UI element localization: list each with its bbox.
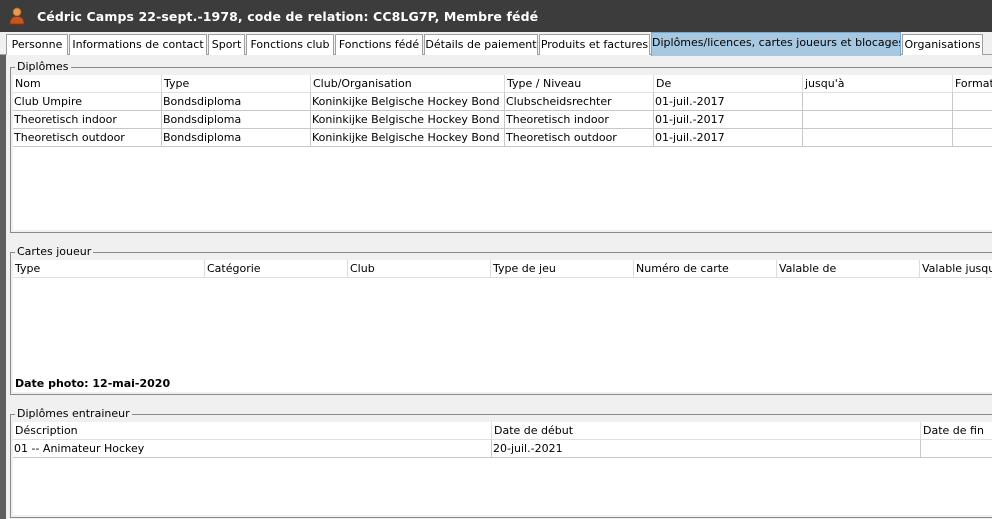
tab-personne[interactable]: Personne xyxy=(6,34,68,55)
table-cell-nom: Club Umpire xyxy=(13,93,162,111)
table-row[interactable]: Club Umpire Bondsdiploma Koninkijke Belgis… xyxy=(13,93,992,111)
coach-diplomas-group: Diplômes entraineur Déscription Date de d… xyxy=(10,407,992,518)
table-cell-jusqu-a xyxy=(803,129,953,147)
column-header-de[interactable]: De xyxy=(654,75,803,93)
table-cell-type-niveau: Clubscheidsrechter xyxy=(505,93,654,111)
window-titlebar: Cédric Camps 22-sept.-1978, code de rela… xyxy=(0,0,992,32)
photo-date: Date photo: 12-mai-2020 xyxy=(15,377,171,390)
column-header-nom[interactable]: Nom xyxy=(13,75,162,93)
table-cell-nom: Theoretisch outdoor xyxy=(13,129,162,147)
table-cell-jusqu-a xyxy=(803,111,953,129)
tab-details-de-paiement[interactable]: Détails de paiement xyxy=(424,34,538,55)
table-cell-date-de-fin xyxy=(921,440,992,458)
tab-fonctions-fede[interactable]: Fonctions fédé xyxy=(335,34,423,55)
column-header-categorie[interactable]: Catégorie xyxy=(205,260,348,278)
table-cell-date-de-debut: 20-juil.-2021 xyxy=(492,440,921,458)
player-cards-group-title: Cartes joueur xyxy=(15,245,94,259)
player-cards-table-header: Type Catégorie Club Type de jeu Numéro de ca… xyxy=(13,260,992,278)
column-header-valable-de[interactable]: Valable de xyxy=(777,260,920,278)
table-cell-type-niveau: Theoretisch indoor xyxy=(505,111,654,129)
table-cell-de: 01-juil.-2017 xyxy=(654,93,803,111)
table-cell-type: Bondsdiploma xyxy=(162,93,311,111)
column-header-type[interactable]: Type xyxy=(162,75,311,93)
column-header-type[interactable]: Type xyxy=(13,260,205,278)
table-cell-club-organisation: Koninkijke Belgische Hockey Bond xyxy=(311,93,505,111)
table-cell-type-niveau: Theoretisch outdoor xyxy=(505,129,654,147)
table-cell-format xyxy=(953,111,992,129)
column-header-description[interactable]: Déscription xyxy=(13,422,492,440)
table-cell-type: Bondsdiploma xyxy=(162,129,311,147)
tab-sport[interactable]: Sport xyxy=(208,34,245,55)
tab-organisations[interactable]: Organisations xyxy=(902,34,983,55)
table-cell-jusqu-a xyxy=(803,93,953,111)
tab-fonctions-club[interactable]: Fonctions club xyxy=(246,34,334,55)
diplomas-table-header: Nom Type Club/Organisation Type / Niveau De j… xyxy=(13,75,992,93)
column-header-valable-jusqu-a[interactable]: Valable jusqu'à xyxy=(920,260,992,278)
table-cell-type: Bondsdiploma xyxy=(162,111,311,129)
diplomas-table: Nom Type Club/Organisation Type / Niveau De j… xyxy=(13,75,992,230)
table-cell-format xyxy=(953,129,992,147)
column-header-format[interactable]: Format xyxy=(953,75,992,93)
coach-diplomas-table: Déscription Date de début Date de fin 01 -… xyxy=(13,422,992,515)
column-header-club-organisation[interactable]: Club/Organisation xyxy=(311,75,505,93)
table-cell-format xyxy=(953,93,992,111)
diplomas-group: Diplômes Nom Type Club/Organisation Type / … xyxy=(10,60,992,233)
table-cell-nom: Theoretisch indoor xyxy=(13,111,162,129)
table-cell-club-organisation: Koninkijke Belgische Hockey Bond xyxy=(311,129,505,147)
column-header-date-de-debut[interactable]: Date de début xyxy=(492,422,921,440)
player-cards-table: Type Catégorie Club Type de jeu Numéro de ca… xyxy=(13,260,992,392)
table-row[interactable]: Theoretisch indoor Bondsdiploma Koninkijke… xyxy=(13,111,992,129)
column-header-type-niveau[interactable]: Type / Niveau xyxy=(505,75,654,93)
table-cell-de: 01-juil.-2017 xyxy=(654,111,803,129)
column-header-date-de-fin[interactable]: Date de fin xyxy=(921,422,992,440)
tab-bar: Personne Informations de contact Sport Fonc… xyxy=(0,32,992,56)
table-cell-de: 01-juil.-2017 xyxy=(654,129,803,147)
window-title: Cédric Camps 22-sept.-1978, code de rela… xyxy=(37,8,539,24)
column-header-jusqu-a[interactable]: jusqu'à xyxy=(803,75,953,93)
table-cell-description: 01 -- Animateur Hockey xyxy=(13,440,492,458)
tab-produits-et-factures[interactable]: Produits et factures xyxy=(539,34,650,55)
coach-diplomas-table-header: Déscription Date de début Date de fin xyxy=(13,422,992,440)
tab-diplomes-licences-cartes-joueurs-et-blocages[interactable]: Diplômes/licences, cartes joueurs et blo… xyxy=(651,32,901,56)
table-cell-club-organisation: Koninkijke Belgische Hockey Bond xyxy=(311,111,505,129)
coach-diplomas-group-title: Diplômes entraineur xyxy=(15,407,132,421)
person-icon xyxy=(9,7,25,25)
column-header-numero-de-carte[interactable]: Numéro de carte xyxy=(634,260,777,278)
tab-informations-de-contact[interactable]: Informations de contact xyxy=(69,34,207,55)
diplomas-panel: Diplômes Nom Type Club/Organisation Type / … xyxy=(6,55,992,519)
column-header-club[interactable]: Club xyxy=(348,260,491,278)
table-row[interactable]: 01 -- Animateur Hockey 20-juil.-2021 xyxy=(13,440,992,458)
column-header-type-de-jeu[interactable]: Type de jeu xyxy=(491,260,634,278)
player-cards-group: Cartes joueur Type Catégorie Club Type de j… xyxy=(10,245,992,395)
table-row[interactable]: Theoretisch outdoor Bondsdiploma Koninkijk… xyxy=(13,129,992,147)
diplomas-group-title: Diplômes xyxy=(15,60,71,74)
